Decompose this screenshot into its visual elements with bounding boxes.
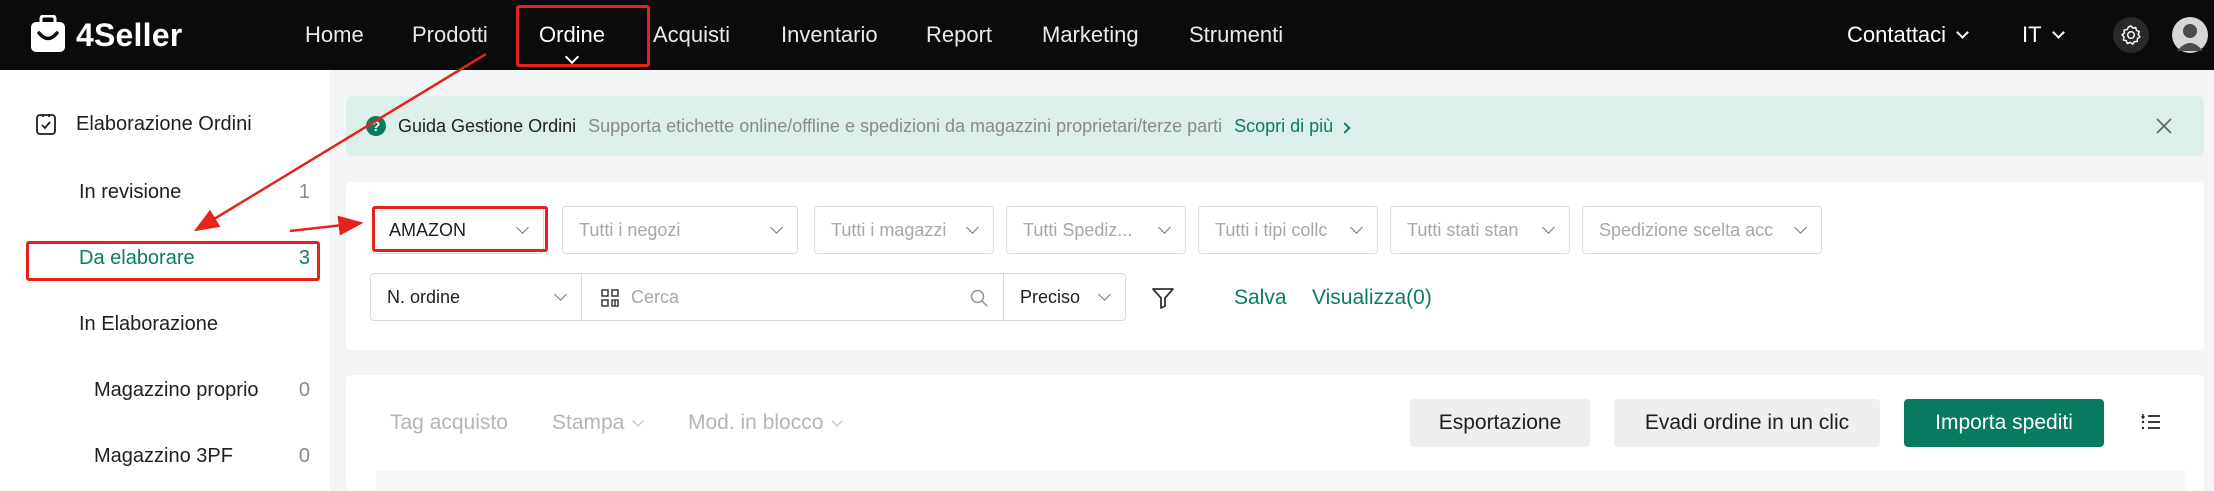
arrow-to-da-elaborare [193, 52, 487, 232]
annotation-arrows [193, 52, 487, 236]
arrow-to-amazon [289, 215, 364, 236]
